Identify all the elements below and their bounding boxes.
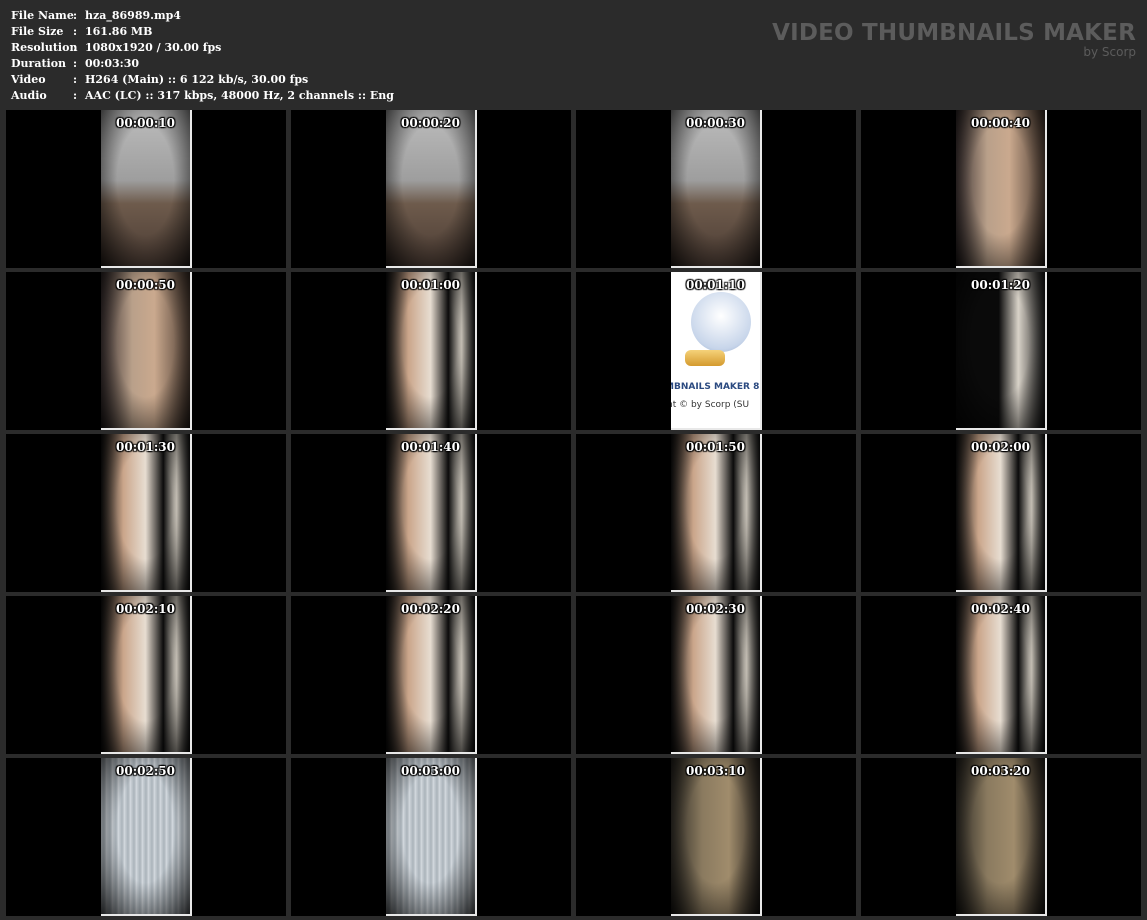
thumbnail-tile[interactable]: 00:01:00 [291,272,571,430]
timestamp-label: 00:01:30 [116,440,175,454]
thumbnail-frame: 00:02:30 [671,596,762,754]
thumbnail-frame: 00:03:00 [386,758,477,916]
info-value: 00:03:30 [85,57,140,70]
file-info-panel: File Name: hza_86989.mp4 File Size:161.86 … [11,8,394,104]
info-value: AAC (LC) :: 317 kbps, 48000 Hz, 2 channe… [85,89,394,102]
thumbnail-frame: 00:00:20 [386,110,477,268]
thumbnail-frame: 00:00:50 [101,272,192,430]
timestamp-label: 00:02:50 [116,764,175,778]
timestamp-label: 00:00:40 [971,116,1030,130]
info-separator: : [73,57,78,70]
thumbnail-frame: 00:02:40 [956,596,1047,754]
thumbnail-tile[interactable]: 00:00:20 [291,110,571,268]
thumbnail-tile[interactable]: 00:01:30 [6,434,286,592]
timestamp-label: 00:03:10 [686,764,745,778]
timestamp-label: 00:02:40 [971,602,1030,616]
info-value: H264 (Main) :: 6 122 kb/s, 30.00 fps [85,73,309,86]
info-key: File Name [11,9,74,22]
thumbnail-frame: 00:03:20 [956,758,1047,916]
thumbnail-frame: 00:03:10 [671,758,762,916]
info-value: 1080x1920 / 30.00 fps [85,41,222,54]
thumbnail-frame: 00:01:40 [386,434,477,592]
info-row: File Size:161.86 MB [11,24,394,40]
thumbnail-tile[interactable]: 00:00:40 [861,110,1141,268]
thumbnail-tile[interactable]: 00:00:50 [6,272,286,430]
thumbnail-frame: 00:00:40 [956,110,1047,268]
timestamp-label: 00:00:20 [401,116,460,130]
thumbnail-frame: 00:02:00 [956,434,1047,592]
info-key: File Size [11,25,64,38]
thumbnail-tile[interactable]: 00:02:30 [576,596,856,754]
info-row: Duration:00:03:30 [11,56,394,72]
info-value: hza_86989.mp4 [85,9,181,22]
brand-title: VIDEO THUMBNAILS MAKER [772,20,1136,46]
timestamp-label: 00:02:30 [686,602,745,616]
timestamp-label: 00:03:20 [971,764,1030,778]
info-row: Video: H264 (Main) :: 6 122 kb/s, 30.00 f… [11,72,394,88]
thumbnail-tile[interactable]: 00:03:20 [861,758,1141,916]
thumbnail-tile[interactable]: MBNAILS MAKER 8 nt © by Scorp (SU 00:01:10 [576,272,856,430]
timestamp-label: 00:01:40 [401,440,460,454]
timestamp-label: 00:00:30 [686,116,745,130]
thumbnail-frame: 00:01:20 [956,272,1047,430]
info-key: Audio [11,89,47,102]
owl-logo-icon [691,292,751,352]
thumbnail-frame: 00:01:30 [101,434,192,592]
timestamp-label: 00:01:00 [401,278,460,292]
timestamp-label: 00:03:00 [401,764,460,778]
info-row: Audio: AAC (LC) :: 317 kbps, 48000 Hz, 2 … [11,88,394,104]
info-separator: : [73,9,78,22]
thumbnail-tile[interactable]: 00:02:40 [861,596,1141,754]
info-separator: : [73,41,78,54]
thumbnail-tile[interactable]: 00:00:30 [576,110,856,268]
timestamp-label: 00:01:20 [971,278,1030,292]
info-value: 161.86 MB [85,25,153,38]
brand-subtitle: by Scorp [1083,45,1136,59]
thumbnail-tile[interactable]: 00:01:50 [576,434,856,592]
info-separator: : [73,25,78,38]
thumbnail-tile[interactable]: 00:02:00 [861,434,1141,592]
thumbnail-frame: 00:02:10 [101,596,192,754]
timestamp-label: 00:02:10 [116,602,175,616]
info-key: Resolution [11,41,78,54]
brand-watermark: VIDEO THUMBNAILS MAKER by Scorp [772,20,1136,58]
timestamp-label: 00:02:00 [971,440,1030,454]
info-row: Resolution:1080x1920 / 30.00 fps [11,40,394,56]
thumbnail-frame: 00:02:20 [386,596,477,754]
logo-copyright: nt © by Scorp (SU [671,400,750,410]
thumbnail-frame: 00:00:30 [671,110,762,268]
timestamp-label: 00:01:10 [686,278,745,292]
thumbnail-tile[interactable]: 00:01:20 [861,272,1141,430]
thumbnail-frame: MBNAILS MAKER 8 nt © by Scorp (SU 00:01:10 [671,272,762,430]
thumbnail-tile[interactable]: 00:01:40 [291,434,571,592]
thumbnail-grid: 00:00:10 00:00:20 00:00:30 00:00:40 00:00:50… [6,110,1141,916]
info-separator: : [73,73,78,86]
timestamp-label: 00:00:10 [116,116,175,130]
thumbnail-tile[interactable]: 00:02:50 [6,758,286,916]
thumbnail-frame: 00:01:00 [386,272,477,430]
thumbnail-frame: 00:00:10 [101,110,192,268]
thumbnail-tile[interactable]: 00:02:20 [291,596,571,754]
thumbnail-tile[interactable]: 00:02:10 [6,596,286,754]
thumbnail-frame: 00:01:50 [671,434,762,592]
thumbnail-tile[interactable]: 00:03:00 [291,758,571,916]
info-row: File Name: hza_86989.mp4 [11,8,394,24]
thumbnail-frame: 00:02:50 [101,758,192,916]
thumbnail-tile[interactable]: 00:03:10 [576,758,856,916]
timestamp-label: 00:01:50 [686,440,745,454]
thumbnail-tile[interactable]: 00:00:10 [6,110,286,268]
timestamp-label: 00:02:20 [401,602,460,616]
info-separator: : [73,89,78,102]
scroll-icon [685,350,725,366]
logo-caption: MBNAILS MAKER 8 [671,382,760,392]
timestamp-label: 00:00:50 [116,278,175,292]
info-key: Video [11,73,46,86]
info-key: Duration [11,57,67,70]
